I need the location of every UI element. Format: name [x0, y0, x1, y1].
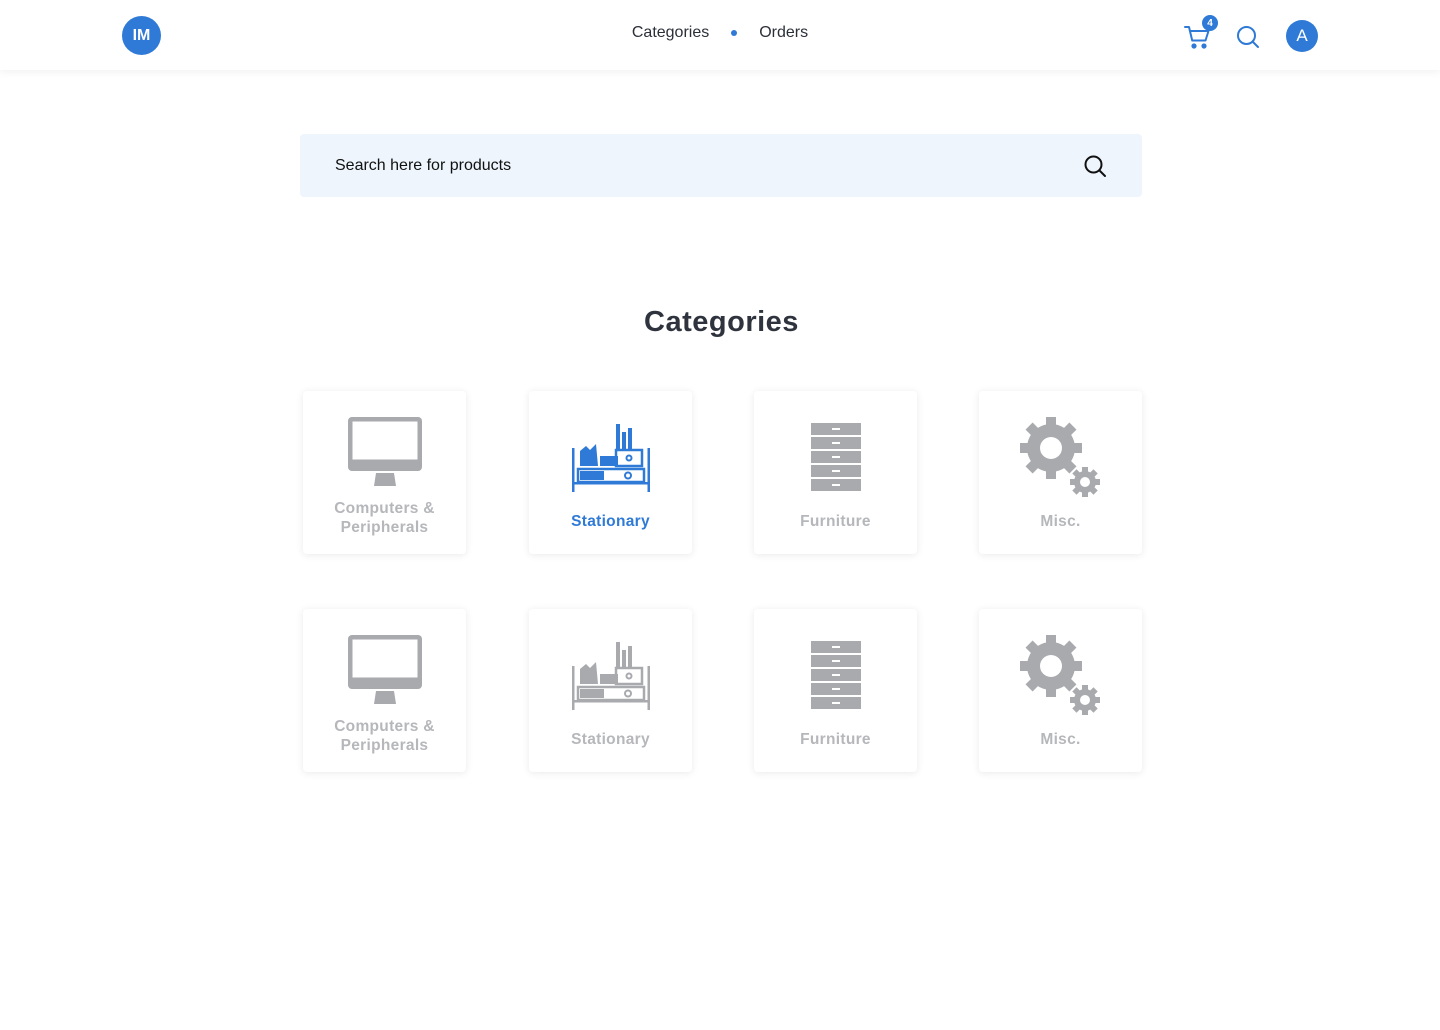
category-card-misc[interactable]: Misc. — [979, 391, 1142, 554]
nav-orders[interactable]: Orders — [759, 24, 808, 42]
user-avatar[interactable]: A — [1286, 20, 1318, 52]
stationery-icon — [529, 422, 692, 492]
cabinet-icon — [754, 423, 917, 491]
product-search-bar — [300, 134, 1142, 197]
category-card-computers[interactable]: Computers & Peripherals — [303, 609, 466, 772]
category-label: Stationary — [571, 731, 650, 748]
header-search-icon[interactable] — [1235, 24, 1261, 50]
category-card-computers[interactable]: Computers & Peripherals — [303, 391, 466, 554]
category-label: Computers & Peripherals — [334, 500, 435, 536]
top-header: IM Categories Orders 4 A — [0, 0, 1440, 70]
search-icon[interactable] — [1083, 154, 1107, 178]
category-label: Stationary — [571, 513, 650, 530]
nav-categories[interactable]: Categories — [632, 24, 709, 42]
logo[interactable]: IM — [122, 16, 161, 55]
cabinet-icon — [754, 641, 917, 709]
main-nav: Categories Orders — [0, 24, 1440, 42]
category-card-stationary[interactable]: Stationary — [529, 609, 692, 772]
search-input[interactable] — [335, 156, 1075, 175]
category-card-furniture[interactable]: Furniture — [754, 391, 917, 554]
category-label: Furniture — [800, 731, 871, 748]
category-card-furniture[interactable]: Furniture — [754, 609, 917, 772]
category-label: Computers & Peripherals — [334, 718, 435, 754]
categories-heading: Categories — [644, 306, 799, 338]
cart-count-badge: 4 — [1202, 15, 1218, 31]
category-card-misc[interactable]: Misc. — [979, 609, 1142, 772]
category-label: Furniture — [800, 513, 871, 530]
gears-icon — [979, 635, 1142, 717]
monitor-icon — [303, 635, 466, 705]
monitor-icon — [303, 417, 466, 487]
nav-separator-dot — [731, 30, 738, 36]
gears-icon — [979, 417, 1142, 499]
category-label: Misc. — [1040, 731, 1081, 748]
category-card-stationary[interactable]: Stationary — [529, 391, 692, 554]
category-label: Misc. — [1040, 513, 1081, 530]
stationery-icon — [529, 640, 692, 710]
